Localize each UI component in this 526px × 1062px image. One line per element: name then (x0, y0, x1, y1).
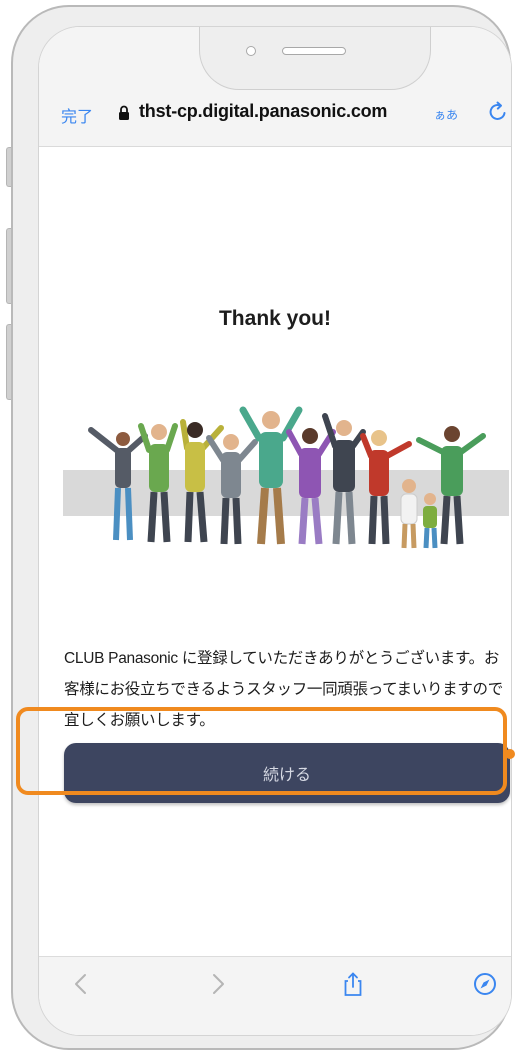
phone-frame: 完了 thst-cp.digital.panasonic.com ぁあ Than… (11, 5, 515, 1050)
reload-icon[interactable] (487, 101, 509, 123)
camera-icon (246, 46, 256, 56)
share-icon[interactable] (340, 971, 366, 997)
speaker-grille (282, 47, 346, 55)
continue-button-highlight (16, 707, 507, 795)
celebration-illustration (63, 406, 509, 549)
text-size-button[interactable]: ぁあ (434, 106, 458, 123)
forward-icon[interactable] (204, 971, 230, 997)
lock-icon (119, 105, 129, 120)
callout-connector (505, 749, 515, 759)
phone-screen: 完了 thst-cp.digital.panasonic.com ぁあ Than… (38, 26, 512, 1036)
compass-icon[interactable] (472, 971, 498, 997)
back-icon[interactable] (69, 971, 95, 997)
phone-notch (199, 27, 431, 90)
page-title: Thank you! (218, 307, 331, 330)
done-button[interactable]: 完了 (61, 103, 93, 127)
bottom-toolbar (39, 956, 511, 1035)
url-text[interactable]: thst-cp.digital.panasonic.com (139, 101, 387, 122)
